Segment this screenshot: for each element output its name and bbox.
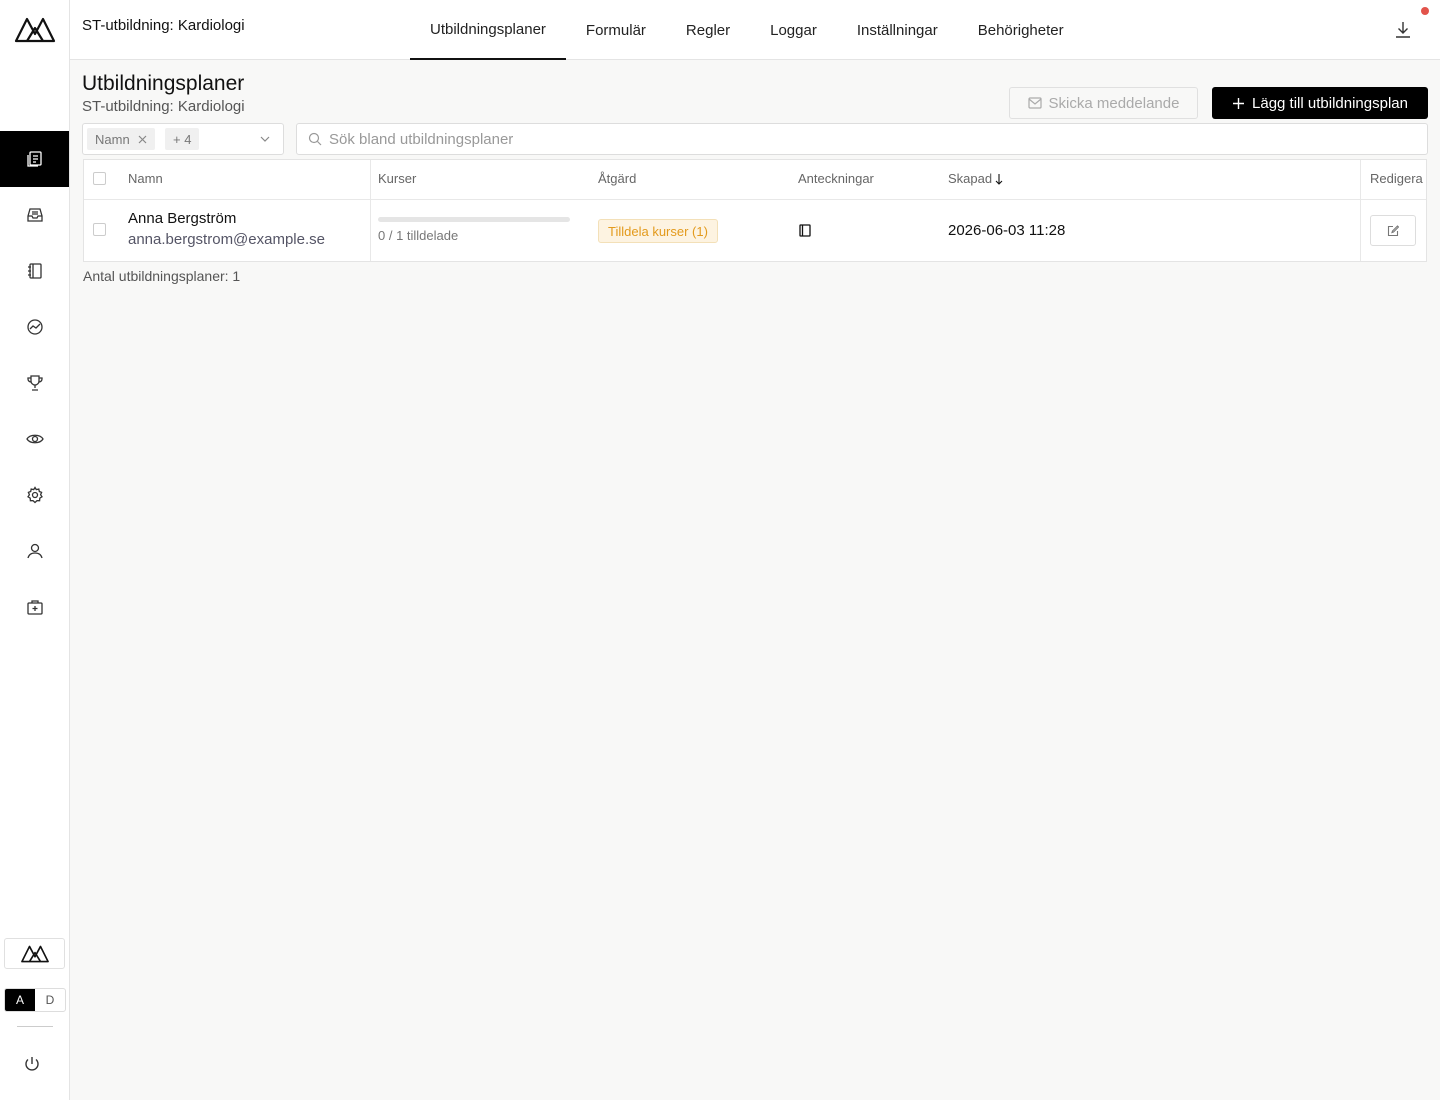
trophy-icon: [26, 375, 43, 391]
sidebar-item-documents[interactable]: [0, 131, 69, 187]
table-header: Namn Kurser Åtgärd Anteckningar Skapad R…: [84, 160, 1426, 200]
top-bar: ST-utbildning: Kardiologi Utbildningspla…: [70, 0, 1440, 60]
add-plan-label: Lägg till utbildningsplan: [1252, 94, 1408, 112]
sidebar-item-achievements[interactable]: [0, 355, 69, 411]
plus-icon: [1233, 97, 1245, 109]
app-logo[interactable]: [13, 14, 57, 46]
column-header-courses[interactable]: Kurser: [378, 171, 416, 186]
tab-regler[interactable]: Regler: [666, 0, 750, 60]
page-title: Utbildningsplaner: [82, 72, 245, 95]
filter-chip-more-label: + 4: [173, 131, 192, 147]
row-checkbox[interactable]: [93, 223, 106, 236]
sidebar-item-inbox[interactable]: [0, 187, 69, 243]
notes-icon[interactable]: [799, 224, 811, 237]
close-icon[interactable]: [138, 135, 147, 144]
column-divider: [370, 160, 371, 261]
sidebar-item-analytics[interactable]: [0, 299, 69, 355]
tab-formular[interactable]: Formulär: [566, 0, 666, 60]
courses-progress-text: 0 / 1 tilldelade: [378, 228, 459, 243]
send-message-label: Skicka meddelande: [1048, 94, 1180, 112]
column-header-notes[interactable]: Anteckningar: [798, 171, 874, 186]
chevron-down-icon[interactable]: [259, 133, 271, 145]
plans-table: Namn Kurser Åtgärd Anteckningar Skapad R…: [83, 159, 1427, 262]
tab-installningar[interactable]: Inställningar: [837, 0, 958, 60]
column-header-name[interactable]: Namn: [128, 171, 163, 186]
gear-icon: [26, 486, 43, 504]
tab-bar: Utbildningsplaner Formulär Regler Loggar…: [410, 0, 1084, 60]
filter-chip-name-label: Namn: [95, 131, 130, 147]
user-icon: [26, 543, 43, 559]
documents-icon: [26, 151, 42, 167]
lang-option-a[interactable]: A: [5, 989, 35, 1011]
search-icon: [308, 132, 322, 146]
row-email[interactable]: anna.bergstrom@example.se: [128, 231, 325, 248]
page-subtitle: ST-utbildning: Kardiologi: [82, 98, 245, 115]
notification-dot: [1421, 7, 1429, 15]
column-header-action[interactable]: Åtgärd: [598, 171, 636, 186]
edit-button[interactable]: [1370, 215, 1416, 246]
sidebar: A D: [0, 0, 70, 1100]
plans-count: Antal utbildningsplaner: 1: [83, 268, 241, 284]
courses-progress-bar: [378, 217, 570, 222]
row-created: 2026-06-03 11:28: [948, 222, 1066, 239]
program-title: ST-utbildning: Kardiologi: [82, 17, 245, 34]
sidebar-item-medical[interactable]: [0, 579, 69, 635]
column-header-created-label: Skapad: [948, 171, 993, 186]
filter-chip-more[interactable]: + 4: [165, 128, 200, 150]
notebook-icon: [27, 263, 42, 279]
brand-logo: [4, 938, 65, 969]
download-icon[interactable]: [1394, 20, 1412, 40]
row-name: Anna Bergström: [128, 210, 237, 227]
tab-utbildningsplaner[interactable]: Utbildningsplaner: [410, 0, 566, 60]
add-plan-button[interactable]: Lägg till utbildningsplan: [1212, 87, 1428, 119]
search-box: [296, 123, 1428, 155]
eye-icon: [25, 434, 44, 444]
power-icon[interactable]: [23, 1055, 41, 1073]
sidebar-item-users[interactable]: [0, 523, 69, 579]
search-input[interactable]: [329, 124, 1419, 154]
sort-descending-icon: [995, 173, 1003, 185]
tab-behorigheter[interactable]: Behörigheter: [958, 0, 1084, 60]
inbox-icon: [26, 208, 43, 222]
sidebar-item-settings[interactable]: [0, 467, 69, 523]
language-toggle[interactable]: A D: [4, 988, 66, 1012]
assign-courses-badge[interactable]: Tilldela kurser (1): [598, 219, 718, 243]
column-filter-select[interactable]: Namn + 4: [82, 123, 284, 155]
medical-kit-icon: [26, 600, 43, 615]
select-all-checkbox[interactable]: [93, 172, 106, 185]
column-divider: [1360, 160, 1361, 261]
tab-loggar[interactable]: Loggar: [750, 0, 837, 60]
sidebar-item-notebook[interactable]: [0, 243, 69, 299]
sidebar-divider: [17, 1026, 53, 1027]
mail-icon: [1027, 97, 1042, 109]
lang-option-d[interactable]: D: [35, 989, 65, 1011]
send-message-button[interactable]: Skicka meddelande: [1009, 87, 1198, 119]
column-header-edit: Redigera: [1370, 171, 1423, 186]
column-header-created[interactable]: Skapad: [948, 171, 1003, 186]
sidebar-item-overview[interactable]: [0, 411, 69, 467]
filter-chip-name: Namn: [87, 128, 155, 150]
edit-icon: [1387, 224, 1399, 236]
chart-circle-icon: [26, 319, 43, 335]
